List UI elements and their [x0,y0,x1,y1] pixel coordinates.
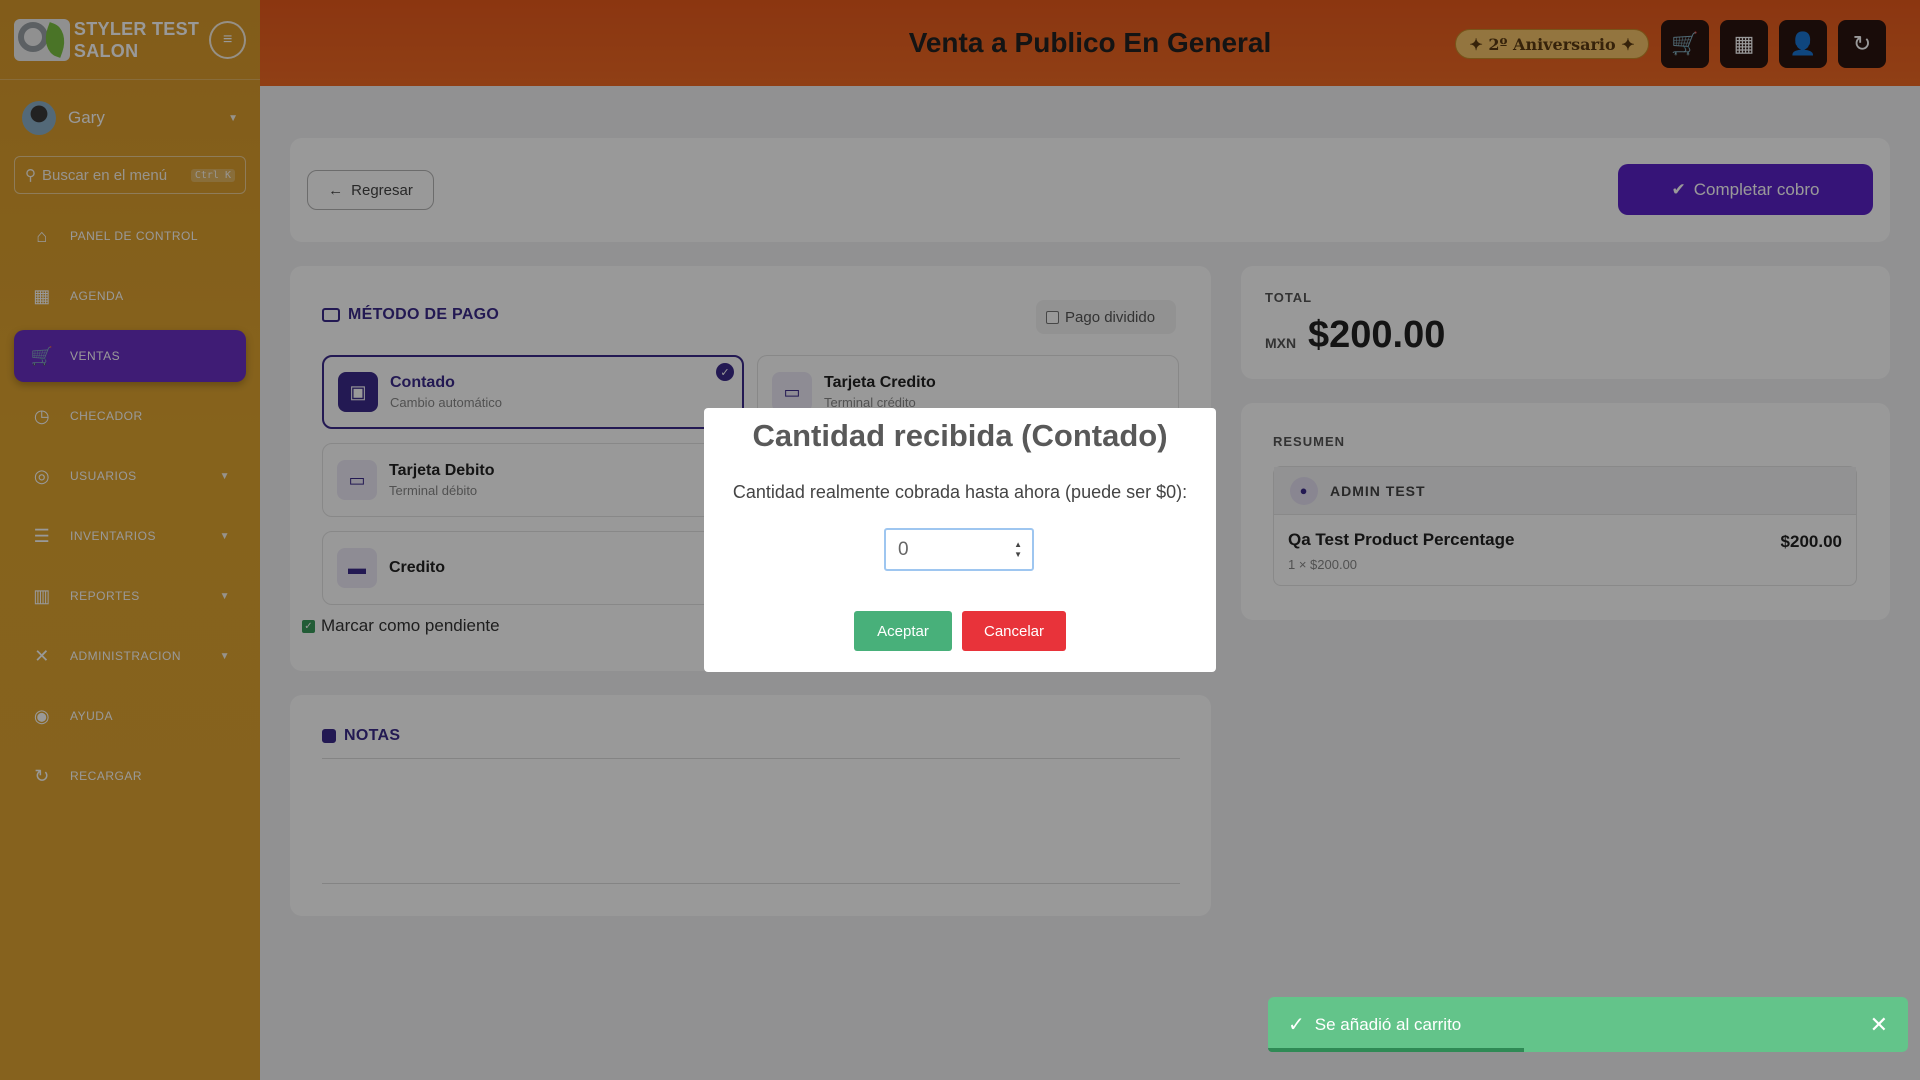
accept-button[interactable]: Aceptar [854,611,952,651]
cancel-button[interactable]: Cancelar [962,611,1066,651]
close-icon[interactable]: ✕ [1870,1012,1888,1038]
amount-value: 0 [898,538,909,560]
toast-message: Se añadió al carrito [1314,1014,1462,1034]
toast-progress-bar [1268,1048,1524,1052]
dialog-title: Cantidad recibida (Contado) [752,418,1168,453]
toast-notification: ✓ Se añadió al carrito ✕ [1268,997,1908,1052]
amount-input[interactable]: 0 ▲ ▼ [884,528,1034,571]
amount-received-dialog: Cantidad recibida (Contado) Cantidad rea… [704,408,1216,672]
check-icon: ✓ [1288,1014,1305,1036]
number-stepper-icon[interactable]: ▲ ▼ [1014,540,1022,560]
dialog-text: Cantidad realmente cobrada hasta ahora (… [732,482,1188,502]
